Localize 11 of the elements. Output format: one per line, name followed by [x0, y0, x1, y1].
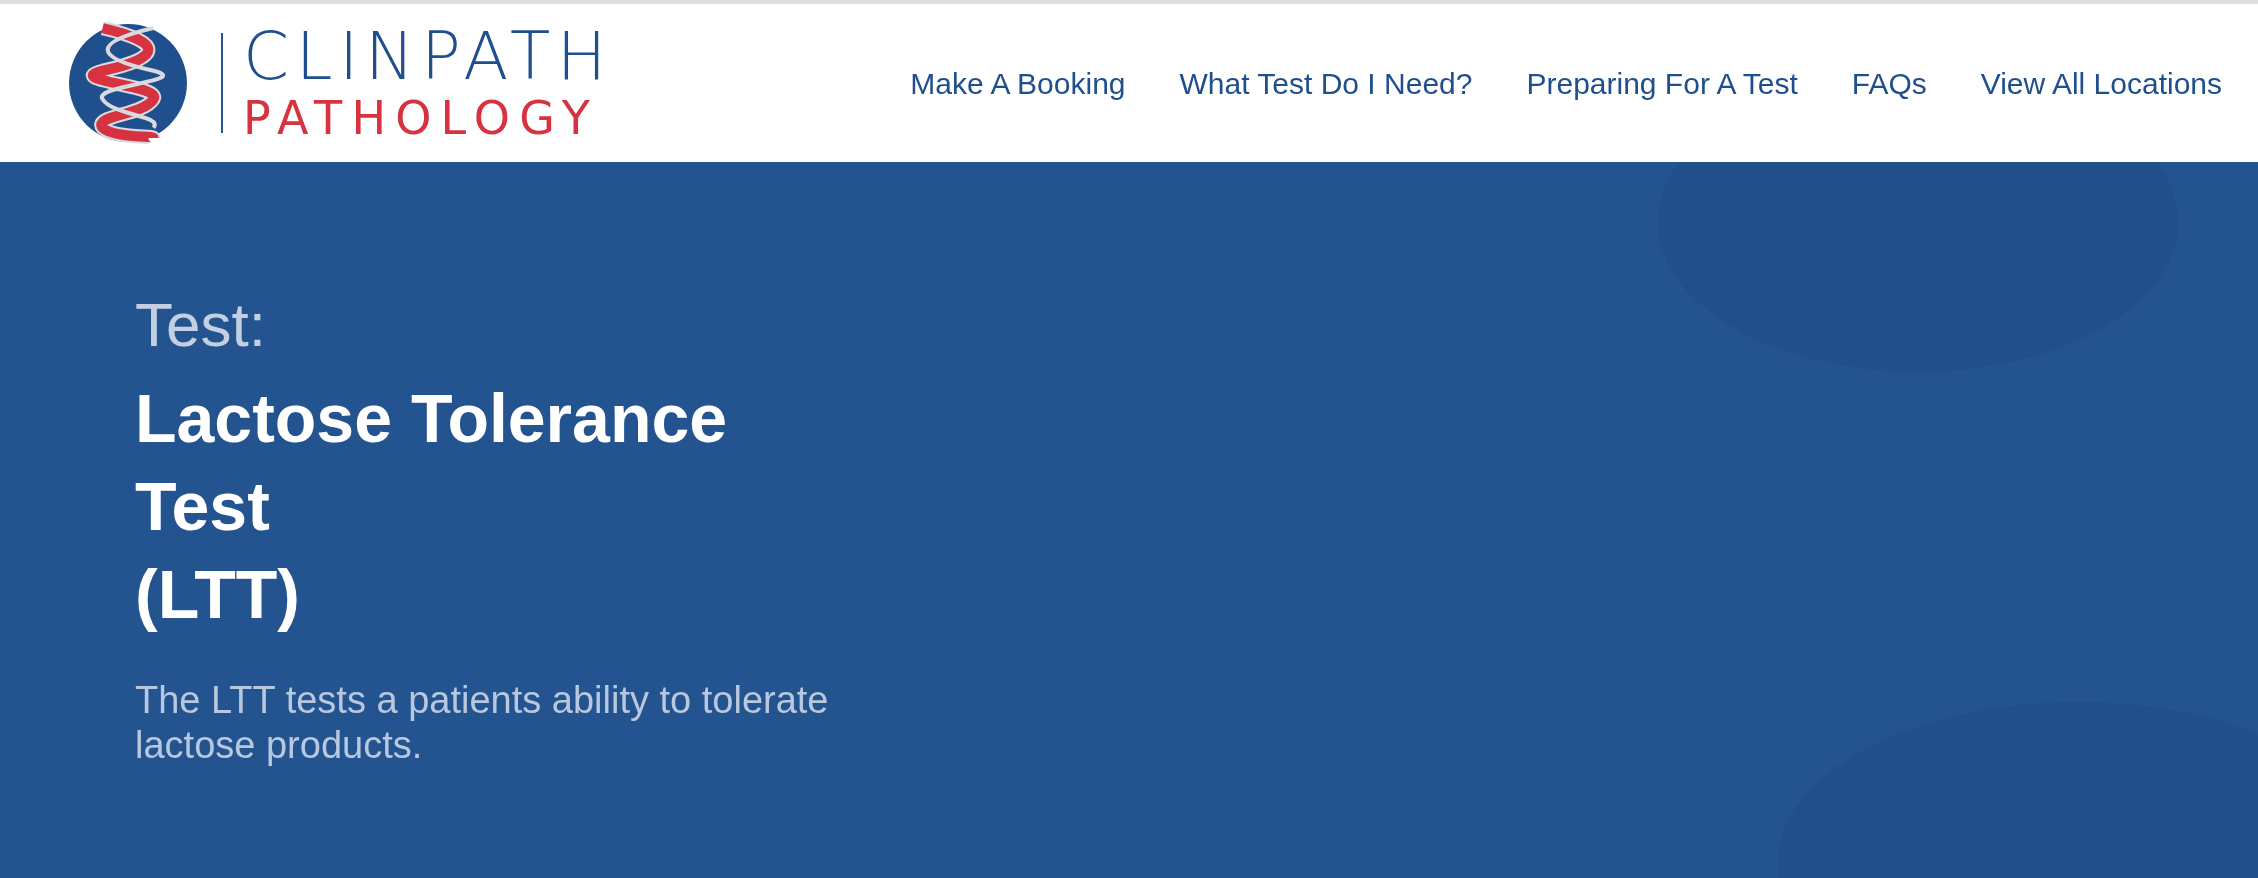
nav-link[interactable]: View All Locations [1980, 60, 2222, 106]
nav-link[interactable]: FAQs [1851, 60, 1927, 106]
nav-link[interactable]: Make A Booking [910, 60, 1126, 106]
hero-eyebrow: Test: [135, 290, 267, 360]
nav-link[interactable]: What Test Do I Need? [1179, 60, 1473, 106]
logo-subtitle: PATHOLOGY [243, 92, 601, 144]
nav-link[interactable]: Preparing For A Test [1526, 60, 1798, 106]
dna-logo-icon [67, 22, 189, 144]
hero-description: The LTT tests a patients ability to tolerate lactose products. [135, 678, 830, 768]
hero-title: Lactose Tolerance Test (LTT) [135, 379, 728, 634]
logo-name: CLINPATH [243, 22, 614, 92]
